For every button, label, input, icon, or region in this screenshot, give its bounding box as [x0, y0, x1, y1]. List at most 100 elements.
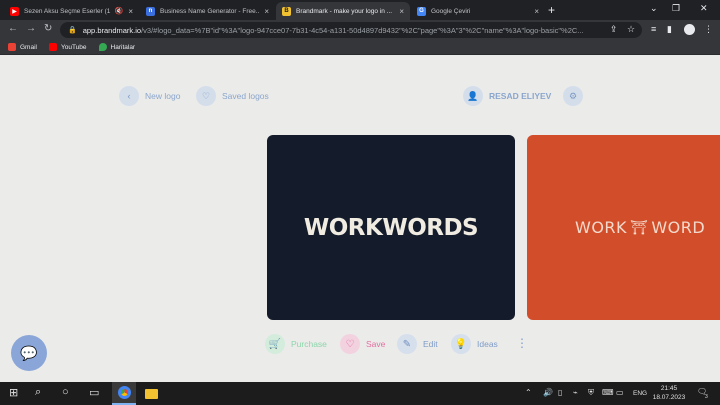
speaker-muted-icon[interactable]: 🔇 — [115, 7, 124, 15]
save-button[interactable]: ♡ Save — [340, 334, 385, 354]
close-tab-icon[interactable]: × — [128, 7, 133, 16]
edit-button[interactable]: ✎ Edit — [397, 334, 438, 354]
lock-icon: 🔒 — [68, 27, 77, 34]
url-host: app.brandmark.io — [82, 25, 142, 35]
share-icon[interactable]: ⇪ — [610, 24, 618, 35]
pencil-icon: ✎ — [397, 334, 417, 354]
new-logo-label: New logo — [145, 91, 181, 101]
brandmark-page: ‹ New logo ♡ Saved logos 👤 RESAD ELIYEV … — [0, 56, 720, 382]
touch-keyboard-icon[interactable]: ⌨ — [602, 388, 614, 397]
settings-button[interactable]: ⚙ — [563, 86, 583, 106]
media-queue-icon[interactable]: ≡ — [651, 24, 656, 34]
logo-text-post: WORDS — [382, 214, 479, 241]
bookmark-maps[interactable]: Haritalar — [98, 43, 136, 51]
bookmark-label: Gmail — [20, 43, 37, 51]
ideas-button[interactable]: 💡 Ideas — [451, 334, 498, 354]
clock-date: 18.07.2023 — [652, 394, 686, 401]
chrome-icon — [117, 386, 131, 399]
close-tab-icon[interactable]: × — [264, 7, 269, 16]
youtube-icon — [48, 43, 57, 51]
folder-icon — [144, 388, 158, 399]
tab-title: Sezen Aksu Seçme Eserler (1... — [24, 7, 111, 15]
logo-symbol-icon: ⛩ — [630, 219, 649, 236]
search-icon[interactable]: ⌕ — [35, 386, 41, 399]
user-name: RESAD ELIYEV — [489, 91, 552, 101]
close-tab-icon[interactable]: × — [534, 7, 539, 16]
sidebar-icon[interactable]: ▮ — [667, 24, 672, 35]
bookmarks-bar: Gmail YouTube Haritalar — [0, 40, 720, 55]
saved-logos-link[interactable]: ♡ Saved logos — [196, 86, 269, 106]
battery-icon[interactable]: ▯ — [558, 388, 562, 397]
clock-time: 21:45 — [660, 385, 678, 392]
url-path: /v3/#logo_data=%7B"id"%3A"logo-947cce07-… — [141, 25, 584, 35]
user-account-link[interactable]: 👤 RESAD ELIYEV — [463, 86, 551, 106]
menu-kebab-icon[interactable]: ⋮ — [704, 24, 713, 35]
edit-label: Edit — [423, 339, 438, 349]
ideas-label: Ideas — [477, 339, 498, 349]
logo-text-pre: WORK — [575, 218, 628, 237]
heart-icon: ♡ — [340, 334, 360, 354]
logo-card-primary[interactable]: WORKWORDS — [267, 135, 515, 320]
tab-title: Google Çeviri — [431, 7, 471, 15]
logo-text-pre: WORK — [303, 214, 383, 241]
back-arrow-icon[interactable]: ← — [8, 23, 18, 34]
logo-text-post: WORD — [651, 218, 706, 237]
cortana-icon[interactable]: ○ — [62, 386, 69, 398]
security-icon[interactable]: ⛨ — [588, 388, 594, 398]
reload-icon[interactable]: ↻ — [44, 23, 52, 34]
tab-sezen-aksu[interactable]: ▶ Sezen Aksu Seçme Eserler (1... 🔇 × — [4, 2, 139, 20]
task-view-icon[interactable]: ▭ — [89, 386, 99, 399]
bookmark-label: YouTube — [60, 43, 87, 51]
bookmark-gmail[interactable]: Gmail — [8, 43, 37, 51]
star-bookmark-icon[interactable]: ☆ — [627, 24, 635, 35]
cart-icon: 🛒 — [265, 334, 285, 354]
logo-card-secondary[interactable]: WORK ⛩ WORD — [527, 135, 720, 320]
chat-support-button[interactable]: 💬 — [11, 335, 47, 371]
translate-icon: G — [417, 6, 426, 16]
bookmark-label: Haritalar — [110, 43, 136, 51]
display-icon[interactable]: ▭ — [616, 388, 624, 397]
purchase-button[interactable]: 🛒 Purchase — [265, 334, 327, 354]
tray-expand-icon[interactable]: ⌃ — [525, 388, 532, 397]
forward-arrow-icon[interactable]: → — [26, 23, 36, 34]
gmail-icon — [8, 43, 16, 51]
network-icon[interactable]: ⌁ — [573, 388, 578, 397]
tab-title: Brandmark - make your logo in ... — [296, 7, 393, 15]
windows-taskbar: ⊞ ⌕ ○ ▭ ⌃ 🔊 ▯ ⌁ ⛨ ⌨ ▭ ENG 21:45 18.07.20… — [0, 382, 720, 405]
saved-logos-label: Saved logos — [222, 91, 269, 101]
maps-icon — [98, 43, 107, 51]
taskbar-file-explorer[interactable] — [139, 382, 163, 405]
lightbulb-icon: 💡 — [451, 334, 471, 354]
close-window-icon[interactable]: ✕ — [700, 3, 708, 14]
chevron-left-icon: ‹ — [119, 86, 139, 106]
heart-icon: ♡ — [196, 86, 216, 106]
profile-avatar-icon[interactable] — [684, 24, 695, 35]
youtube-icon: ▶ — [10, 6, 19, 16]
windows-start-icon[interactable]: ⊞ — [9, 386, 18, 399]
tab-google-translate[interactable]: G Google Çeviri × — [411, 2, 545, 20]
user-icon: 👤 — [463, 86, 483, 106]
chevron-down-icon[interactable]: ⌄ — [650, 3, 658, 14]
save-label: Save — [366, 339, 386, 349]
address-bar[interactable]: 🔒 app.brandmark.io /v3/#logo_data=%7B"id… — [60, 22, 642, 38]
new-logo-link[interactable]: ‹ New logo — [119, 86, 180, 106]
volume-icon[interactable]: 🔊 — [543, 388, 553, 397]
taskbar-chrome[interactable] — [112, 382, 136, 405]
purchase-label: Purchase — [291, 339, 327, 349]
tab-brandmark[interactable]: B Brandmark - make your logo in ... × — [276, 2, 410, 20]
language-indicator[interactable]: ENG — [633, 390, 647, 397]
new-tab-button[interactable]: + — [548, 3, 555, 17]
restore-window-icon[interactable]: ❐ — [672, 3, 680, 14]
logo-wordmark-primary: WORKWORDS — [303, 214, 479, 241]
bookmark-youtube[interactable]: YouTube — [48, 43, 87, 51]
notification-count: 3 — [705, 394, 708, 400]
logo-wordmark-secondary: WORK ⛩ WORD — [575, 218, 705, 237]
system-clock[interactable]: 21:45 18.07.2023 — [652, 384, 686, 402]
brandmark-icon: B — [282, 6, 291, 16]
chat-icon: 💬 — [20, 344, 38, 361]
more-options-icon[interactable]: ⋮ — [516, 336, 528, 350]
browser-toolbar: ← → ↻ 🔒 app.brandmark.io /v3/#logo_data=… — [0, 20, 720, 40]
close-tab-icon[interactable]: × — [399, 7, 404, 16]
tab-business-name-generator[interactable]: n Business Name Generator - Free... × — [140, 2, 275, 20]
gear-icon: ⚙ — [563, 86, 583, 106]
